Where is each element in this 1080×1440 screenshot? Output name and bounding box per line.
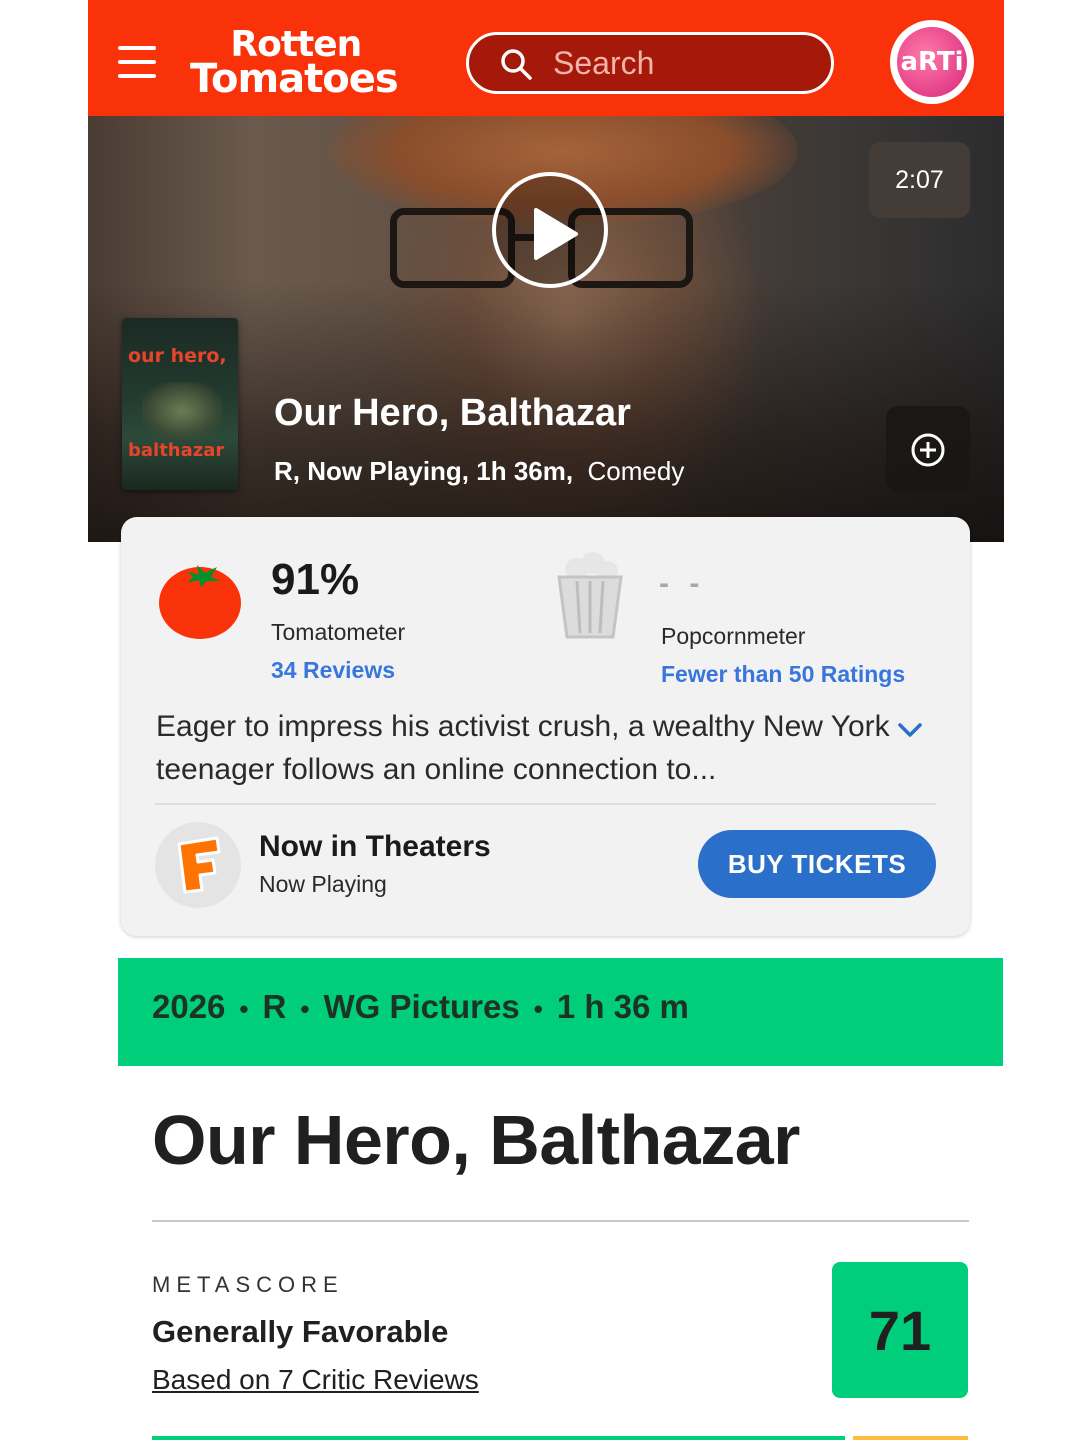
video-duration: 2:07	[869, 142, 970, 218]
popcornmeter-label: Popcornmeter	[661, 623, 806, 649]
audience-ratings-link[interactable]: Fewer than 50 Ratings	[661, 661, 905, 688]
popcornmeter-score: - -	[659, 567, 706, 600]
release-year: 2026	[152, 988, 226, 1025]
trailer-hero[interactable]: 2:07 our hero, balthazar Our Hero, Balth…	[88, 116, 1004, 542]
metascore-badge[interactable]: 71	[832, 1262, 968, 1398]
movie-synopsis: Eager to impress his activist crush, a w…	[156, 710, 890, 786]
buy-tickets-button[interactable]: BUY TICKETS	[698, 830, 936, 898]
score-distribution-bar-mixed	[853, 1436, 968, 1440]
metacritic-movie-title: Our Hero, Balthazar	[152, 1101, 800, 1179]
search-placeholder: Search	[553, 45, 655, 81]
hero-movie-title: Our Hero, Balthazar	[274, 392, 631, 434]
tomato-icon	[159, 565, 241, 639]
hero-movie-meta: R, Now Playing, 1h 36m, Comedy	[274, 456, 685, 486]
divider	[155, 803, 936, 805]
fandango-icon	[177, 836, 221, 894]
movie-facts: 2026 • R • WG Pictures • 1 h 36 m	[152, 988, 689, 1025]
runtime: 1 h 36 m	[556, 988, 689, 1025]
add-to-watchlist-button[interactable]	[886, 406, 970, 492]
tomatometer-label: Tomatometer	[271, 619, 406, 645]
metascore-label: METASCORE	[152, 1272, 344, 1297]
now-playing-label: Now Playing	[259, 871, 387, 897]
avatar-label: aRTi	[897, 27, 967, 97]
popcorn-bucket-icon	[557, 552, 623, 639]
play-icon	[534, 208, 578, 260]
movie-poster[interactable]: our hero, balthazar	[122, 318, 238, 490]
tomatometer-score: 91%	[271, 555, 360, 604]
critic-reviews-link[interactable]: 34 Reviews	[271, 657, 395, 684]
chevron-down-icon[interactable]	[897, 721, 923, 739]
play-button[interactable]	[492, 172, 608, 288]
metacritic-info-bar: 2026 • R • WG Pictures • 1 h 36 m	[118, 958, 1003, 1066]
menu-icon[interactable]	[118, 46, 156, 78]
score-distribution-bar-positive	[152, 1436, 845, 1440]
rating: R	[262, 988, 287, 1025]
critic-reviews-count-link[interactable]: Based on 7 Critic Reviews	[152, 1364, 479, 1396]
now-in-theaters-title: Now in Theaters	[259, 830, 491, 863]
fandango-logo	[155, 822, 241, 908]
user-avatar[interactable]: aRTi	[890, 20, 974, 104]
rotten-tomatoes-logo[interactable]: Rotten Tomatoes	[190, 27, 399, 100]
divider	[152, 1220, 969, 1222]
plus-circle-icon	[911, 433, 945, 467]
score-card: 91% Tomatometer 34 Reviews - - Popcornme…	[121, 517, 970, 936]
site-header: Rotten Tomatoes Search aRTi	[88, 0, 1004, 116]
metascore-verdict: Generally Favorable	[152, 1314, 449, 1349]
studio: WG Pictures	[323, 988, 520, 1025]
search-icon	[501, 49, 532, 80]
search-input[interactable]: Search	[466, 32, 834, 94]
